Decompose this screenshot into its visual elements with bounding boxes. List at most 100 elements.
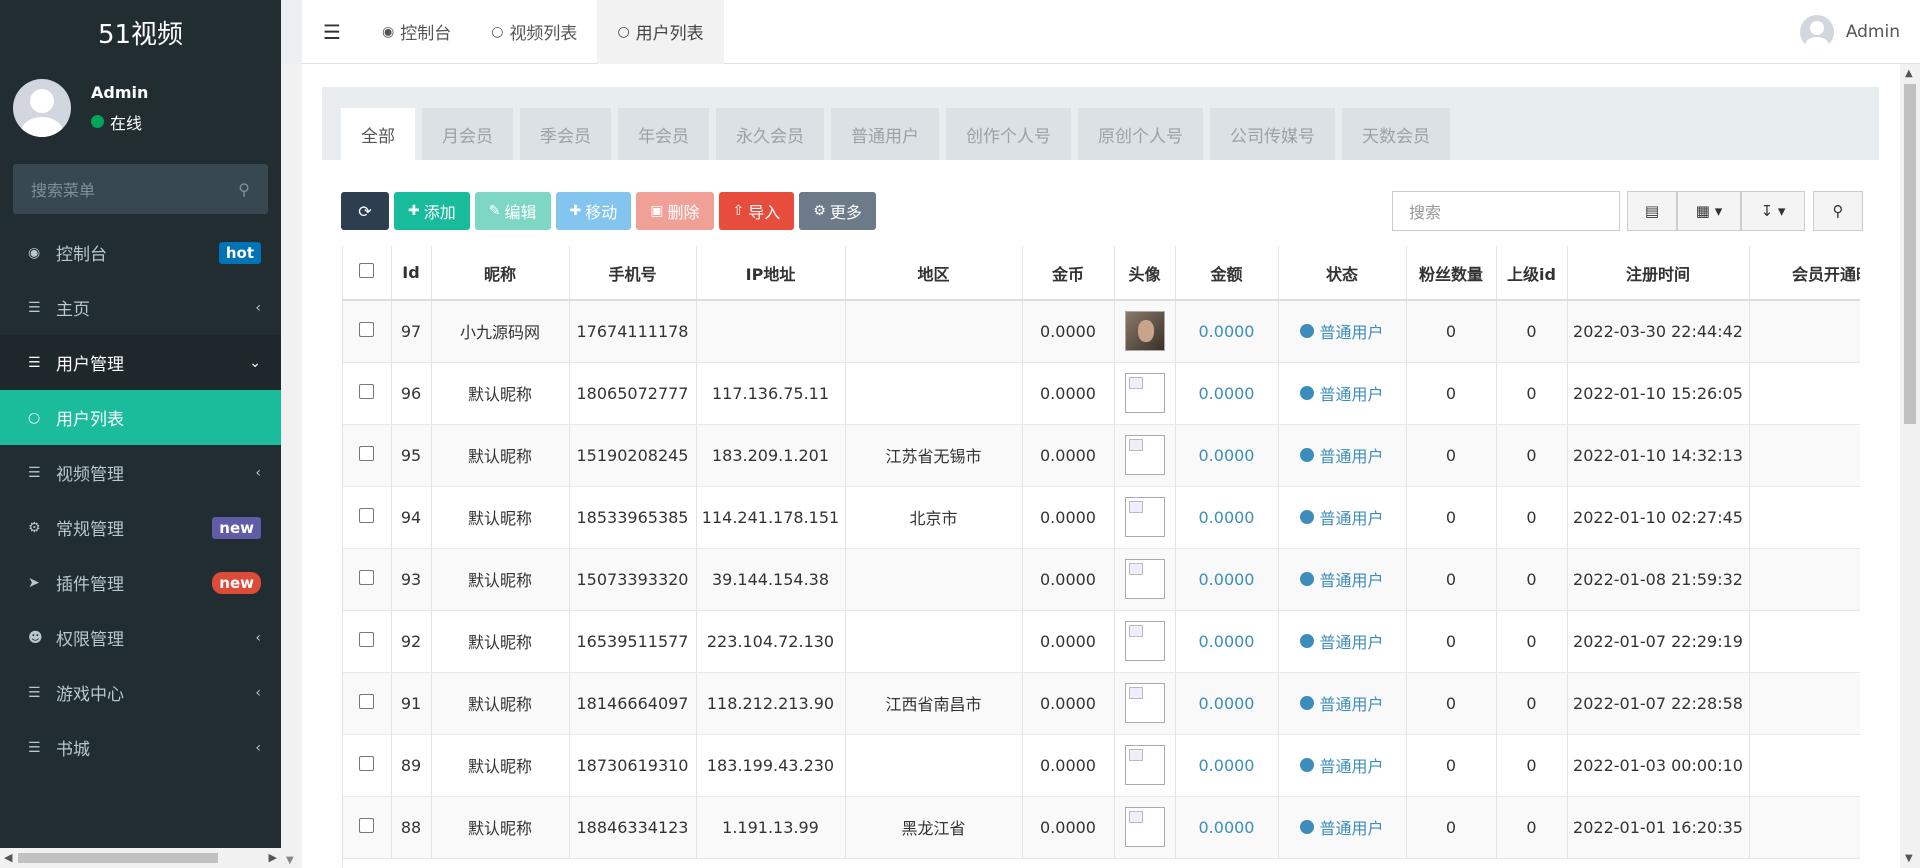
sidebar-item-video-management[interactable]: ☰ 视频管理 ‹ (0, 445, 281, 500)
status-badge[interactable]: 普通用户 (1300, 691, 1384, 715)
toggle-view-button[interactable]: ▤ (1627, 191, 1677, 231)
table-row[interactable]: 93 默认昵称 15073393320 39.144.154.38 0.0000 0.00… (343, 548, 1860, 611)
status-badge[interactable]: 普通用户 (1300, 815, 1384, 839)
export-button[interactable]: ↧ ▾ (1741, 191, 1805, 231)
sidebar-item-permission-management[interactable]: ☻ 权限管理 ‹ (0, 610, 281, 665)
scroll-down-icon[interactable]: ▼ (1905, 853, 1913, 864)
sidebar-item-bookstore[interactable]: ☰ 书城 ‹ (0, 720, 281, 775)
scroll-left-icon[interactable]: ◀ (4, 851, 12, 864)
tab-normal-user[interactable]: 普通用户 (831, 108, 939, 160)
tab-video-list[interactable]: ○ 视频列表 (471, 0, 597, 64)
tab-yearly-member[interactable]: 年会员 (618, 108, 709, 160)
table-row[interactable]: 88 默认昵称 18846334123 1.191.13.99 黑龙江省 0.0000 0.… (343, 796, 1860, 859)
cell-amount[interactable]: 0.0000 (1175, 300, 1279, 363)
table-search-input[interactable]: 搜索 (1392, 191, 1620, 231)
table-row[interactable]: 96 默认昵称 18065072777 117.136.75.11 0.0000 0.00… (343, 362, 1860, 425)
tab-creator-personal[interactable]: 创作个人号 (946, 108, 1071, 160)
brand-logo[interactable]: 51视频 (0, 0, 281, 64)
col-vip-time[interactable]: 会员开通时间 (1749, 246, 1860, 301)
status-badge[interactable]: 普通用户 (1300, 629, 1384, 653)
scrollbar-thumb[interactable] (18, 853, 218, 863)
broken-image-icon[interactable] (1124, 559, 1165, 599)
row-checkbox[interactable] (343, 796, 392, 859)
sidebar-search-input[interactable]: 搜索菜单 ⚲ (13, 164, 268, 214)
edit-button[interactable]: ✎ 编辑 (474, 192, 551, 230)
tab-company-media[interactable]: 公司传媒号 (1210, 108, 1335, 160)
vertical-scrollbar[interactable]: ▲ ▼ (1900, 64, 1920, 868)
user-name[interactable]: Admin (1846, 22, 1900, 42)
more-button[interactable]: ⚙ 更多 (799, 192, 876, 230)
cell-amount[interactable]: 0.0000 (1175, 548, 1279, 611)
row-checkbox[interactable] (343, 424, 392, 487)
status-badge[interactable]: 普通用户 (1300, 319, 1384, 343)
sidebar-item-game-center[interactable]: ☰ 游戏中心 ‹ (0, 665, 281, 720)
sidebar-item-general-management[interactable]: ⚙ 常规管理 new (0, 500, 281, 555)
status-badge[interactable]: 普通用户 (1300, 381, 1384, 405)
table-row[interactable]: 91 默认昵称 18146664097 118.212.213.90 江西省南昌市 0.0… (343, 672, 1860, 735)
broken-image-icon[interactable] (1124, 435, 1165, 475)
refresh-button[interactable]: ⟳ (341, 192, 389, 230)
add-button[interactable]: ✚ 添加 (394, 192, 470, 230)
cell-amount[interactable]: 0.0000 (1175, 672, 1279, 735)
avatar[interactable] (1799, 14, 1834, 49)
import-button[interactable]: ⇧ 导入 (718, 192, 795, 230)
delete-button[interactable]: ▣ 删除 (636, 192, 714, 230)
avatar-image[interactable] (1124, 311, 1165, 352)
scroll-down-icon[interactable]: ▼ (286, 855, 294, 866)
row-checkbox[interactable] (343, 362, 392, 425)
col-amount[interactable]: 金额 (1175, 246, 1279, 301)
search-icon[interactable]: ⚲ (238, 180, 250, 199)
hamburger-menu-icon[interactable]: ☰ (302, 20, 362, 44)
row-checkbox[interactable] (343, 300, 392, 363)
status-badge[interactable]: 普通用户 (1300, 505, 1384, 529)
cell-amount[interactable]: 0.0000 (1175, 424, 1279, 487)
col-fans[interactable]: 粉丝数量 (1406, 246, 1497, 301)
sidebar-item-user-list[interactable]: ○ 用户列表 (0, 390, 281, 445)
col-coin[interactable]: 金币 (1022, 246, 1115, 301)
tab-permanent-member[interactable]: 永久会员 (716, 108, 824, 160)
tab-dashboard[interactable]: ◉ 控制台 (362, 0, 471, 64)
row-checkbox[interactable] (343, 734, 392, 797)
scrollbar-thumb[interactable] (1904, 84, 1916, 424)
tab-monthly-member[interactable]: 月会员 (422, 108, 513, 160)
status-badge[interactable]: 普通用户 (1300, 753, 1384, 777)
tab-quarterly-member[interactable]: 季会员 (520, 108, 611, 160)
broken-image-icon[interactable] (1124, 497, 1165, 537)
col-ip[interactable]: IP地址 (696, 246, 846, 301)
cell-amount[interactable]: 0.0000 (1175, 362, 1279, 425)
status-badge[interactable]: 普通用户 (1300, 567, 1384, 591)
row-checkbox[interactable] (343, 548, 392, 611)
sidebar-horizontal-scrollbar[interactable]: ◀ ▶ (0, 848, 281, 868)
table-row[interactable]: 92 默认昵称 16539511577 223.104.72.130 0.0000 0.0… (343, 610, 1860, 673)
col-phone[interactable]: 手机号 (569, 246, 697, 301)
broken-image-icon[interactable] (1124, 373, 1165, 413)
scroll-right-icon[interactable]: ▶ (269, 851, 277, 864)
table-row[interactable]: 94 默认昵称 18533965385 114.241.178.151 北京市 0.000… (343, 486, 1860, 549)
tab-days-member[interactable]: 天数会员 (1342, 108, 1450, 160)
col-register-time[interactable]: 注册时间 (1567, 246, 1750, 301)
tab-original-personal[interactable]: 原创个人号 (1078, 108, 1203, 160)
row-checkbox[interactable] (343, 672, 392, 735)
table-row[interactable]: 97 小九源码网 17674111178 0.0000 0.0000 普通用户 0 0 2022… (343, 300, 1860, 363)
col-parent-id[interactable]: 上级id (1496, 246, 1568, 301)
cell-amount[interactable]: 0.0000 (1175, 610, 1279, 673)
table-row[interactable]: 95 默认昵称 15190208245 183.209.1.201 江苏省无锡市 0.00… (343, 424, 1860, 487)
search-button[interactable]: ⚲ (1813, 191, 1863, 231)
col-id[interactable]: Id (391, 246, 432, 301)
sidebar-item-user-management[interactable]: ☰ 用户管理 ⌄ (0, 335, 281, 390)
cell-amount[interactable]: 0.0000 (1175, 734, 1279, 797)
cell-amount[interactable]: 0.0000 (1175, 486, 1279, 549)
col-region[interactable]: 地区 (845, 246, 1023, 301)
col-status[interactable]: 状态 (1278, 246, 1407, 301)
status-badge[interactable]: 普通用户 (1300, 443, 1384, 467)
columns-button[interactable]: ▦ ▾ (1677, 191, 1741, 231)
select-all-checkbox[interactable] (343, 246, 392, 301)
user-menu[interactable]: Admin (1799, 14, 1900, 49)
row-checkbox[interactable] (343, 610, 392, 673)
frame-scrollbar[interactable]: ▼ (281, 64, 302, 868)
table-row[interactable]: 89 默认昵称 18730619310 183.199.43.230 0.0000 0.0… (343, 734, 1860, 797)
col-avatar[interactable]: 头像 (1114, 246, 1176, 301)
row-checkbox[interactable] (343, 486, 392, 549)
broken-image-icon[interactable] (1124, 683, 1165, 723)
sidebar-item-home[interactable]: ☰ 主页 ‹ (0, 280, 281, 335)
